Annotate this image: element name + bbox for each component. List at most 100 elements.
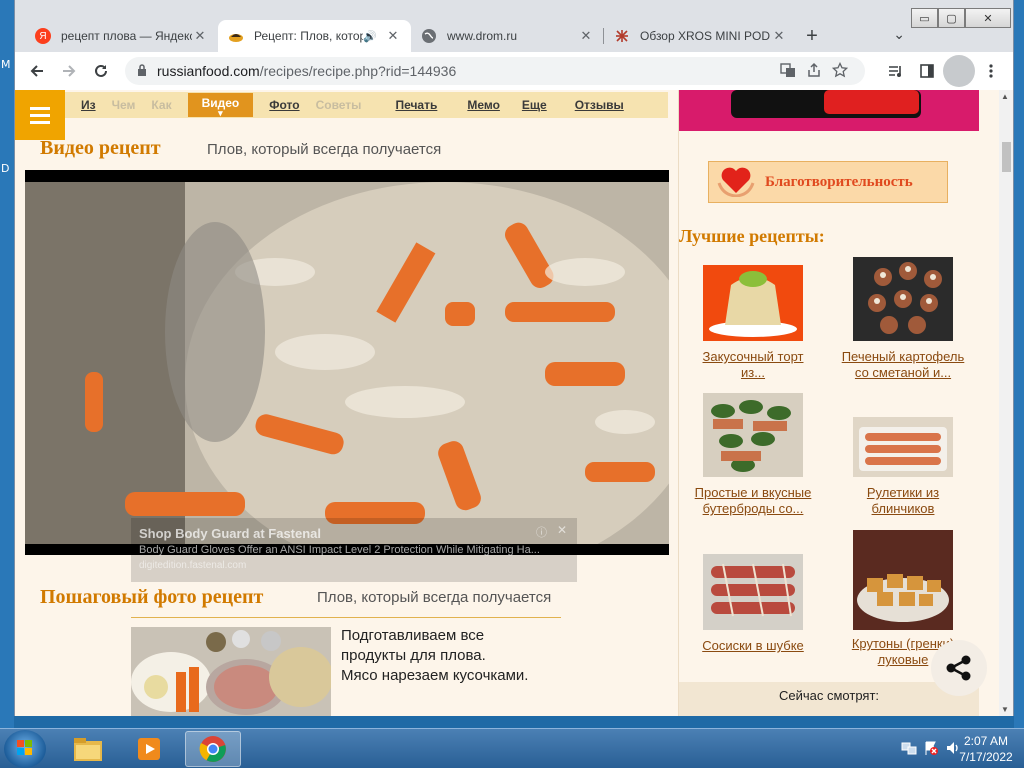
recipe-card[interactable]: Рулетики из блинчиков — [828, 417, 978, 517]
audio-playing-icon[interactable]: 🔊 — [363, 30, 377, 43]
media-player-icon[interactable] — [122, 731, 178, 767]
pilaf-video-frame — [25, 182, 669, 544]
recipe-card[interactable]: Печеный картофель со сметаной и... — [828, 257, 978, 381]
close-window-button[interactable]: ✕ — [965, 8, 1011, 28]
chrome-taskbar-icon[interactable] — [185, 731, 241, 767]
recipe-card[interactable]: Простые и вкусные бутерброды со... — [678, 393, 828, 517]
tab-title: Обзор XROS MINI POD — [640, 29, 771, 43]
globe-icon — [421, 28, 437, 44]
nav-video[interactable]: Видео — [187, 93, 254, 117]
recipe-link[interactable]: Закусочный торт из... — [678, 349, 828, 381]
nav-memo[interactable]: Мемо — [467, 98, 500, 112]
clock-date: 7/17/2022 — [959, 750, 1013, 764]
recipe-nav: Из Чем Как Видео Фото Советы Печать Мемо… — [65, 92, 668, 118]
share-icon — [946, 655, 971, 681]
video-ad-overlay[interactable]: Shop Body Guard at Fastenal Body Guard G… — [131, 518, 577, 582]
file-explorer-icon[interactable] — [60, 731, 116, 767]
reload-button[interactable] — [85, 55, 117, 87]
nav-foto[interactable]: Фото — [269, 98, 299, 112]
tab-close-button[interactable]: ✕ — [771, 28, 787, 44]
nav-sovety[interactable]: Советы — [316, 98, 362, 112]
recipe-thumbnail[interactable] — [853, 530, 953, 630]
taskbar: 2:07 AM 7/17/2022 — [0, 728, 1024, 768]
ad-close-button[interactable]: ✕ — [557, 523, 567, 537]
recipe-thumbnail[interactable] — [703, 393, 803, 477]
ad-text: Body Guard Gloves Offer an ANSI Impact L… — [139, 544, 540, 556]
desktop-glyph: M — [1, 58, 11, 71]
nav-otzyvy[interactable]: Отзывы — [575, 98, 624, 112]
video-section-subtitle: Плов, который всегда получается — [207, 141, 442, 158]
tab-xros[interactable]: Обзор XROS MINI POD ✕ — [604, 20, 797, 52]
tab-search-button[interactable]: ⌄ — [893, 26, 905, 43]
scroll-thumb[interactable] — [1002, 142, 1011, 172]
photo-section-title: Пошаговый фото рецепт — [40, 586, 264, 608]
back-button[interactable] — [21, 55, 53, 87]
russianfood-icon — [228, 28, 244, 44]
clock-time: 2:07 AM — [963, 734, 1009, 748]
desktop-strip-right — [1014, 0, 1024, 728]
share-page-icon[interactable] — [801, 62, 827, 81]
hamburger-menu-button[interactable] — [15, 90, 65, 140]
recipe-link[interactable]: Сосиски в шубке — [678, 638, 828, 654]
recipe-thumbnail[interactable] — [853, 417, 953, 477]
charity-button[interactable]: Благотворительность — [708, 161, 948, 203]
lock-icon[interactable] — [137, 63, 147, 79]
web-page: Из Чем Как Видео Фото Советы Печать Мемо… — [15, 90, 1001, 716]
menu-kebab-icon[interactable] — [975, 55, 1007, 87]
maximize-button[interactable]: ▢ — [938, 8, 965, 28]
forward-button[interactable] — [53, 55, 85, 87]
step1-text: Подготавливаем все продукты для плова. М… — [341, 627, 529, 684]
nav-chem[interactable]: Чем — [112, 98, 136, 112]
browser-window: ▭ ▢ ✕ Я рецепт плова — Яндекс ✕ Рецепт: … — [14, 0, 1014, 716]
nav-pechat[interactable]: Печать — [395, 98, 437, 112]
section-divider — [131, 617, 561, 618]
clock[interactable]: 2:07 AM 7/17/2022 — [954, 733, 1018, 765]
scroll-down-icon[interactable]: ▼ — [1001, 705, 1009, 714]
start-button[interactable] — [4, 730, 46, 768]
nav-iz[interactable]: Из — [81, 98, 96, 112]
profile-avatar[interactable] — [943, 55, 975, 87]
recipe-card[interactable]: Сосиски в шубке — [678, 554, 828, 654]
recipe-link[interactable]: Рулетики из блинчиков — [828, 485, 978, 517]
ad-headline[interactable]: Shop Body Guard at Fastenal — [139, 526, 321, 541]
side-panel-icon[interactable] — [911, 55, 943, 87]
network-icon[interactable] — [898, 740, 920, 759]
tab-strip: Я рецепт плова — Яндекс ✕ Рецепт: Плов, … — [25, 20, 925, 52]
action-center-flag-icon[interactable] — [920, 740, 942, 759]
recipe-thumbnail[interactable] — [853, 257, 953, 341]
recipe-link[interactable]: Простые и вкусные бутерброды со... — [678, 485, 828, 517]
scroll-up-icon[interactable]: ▲ — [1001, 92, 1009, 101]
page-scrollbar[interactable]: ▲ ▼ — [999, 90, 1013, 716]
bookmark-star-icon[interactable] — [827, 61, 853, 81]
now-watching-label: Сейчас смотрят: — [778, 688, 880, 703]
ad-info-icon[interactable]: ⓘ — [536, 524, 547, 540]
heart-hands-icon — [717, 163, 755, 202]
tab-drom[interactable]: www.drom.ru ✕ — [411, 20, 604, 52]
recipe-thumbnail[interactable] — [703, 554, 803, 630]
tab-close-button[interactable]: ✕ — [578, 28, 594, 44]
video-player[interactable]: Shop Body Guard at Fastenal Body Guard G… — [25, 170, 669, 582]
tab-close-button[interactable]: ✕ — [192, 28, 208, 44]
new-tab-button[interactable]: + — [797, 20, 827, 52]
nav-eshche[interactable]: Еще — [522, 98, 547, 112]
nav-kak[interactable]: Как — [151, 98, 171, 112]
share-button[interactable] — [931, 640, 987, 696]
charity-label: Благотворительность — [765, 173, 913, 190]
recipe-link[interactable]: Печеный картофель со сметаной и... — [828, 349, 978, 381]
yandex-icon: Я — [35, 28, 51, 44]
step1-photo[interactable] — [131, 627, 331, 716]
tab-yandex[interactable]: Я рецепт плова — Яндекс ✕ — [25, 20, 218, 52]
ad-url[interactable]: digitedition.fastenal.com — [139, 560, 246, 571]
recipe-thumbnail[interactable] — [703, 265, 803, 341]
address-bar[interactable]: russianfood.com/recipes/recipe.php?rid=1… — [125, 57, 865, 85]
tab-close-button[interactable]: ✕ — [385, 28, 401, 44]
recipe-card[interactable]: Закусочный торт из... — [678, 265, 828, 381]
desktop-glyph: D — [1, 162, 10, 175]
tab-russianfood[interactable]: Рецепт: Плов, который всегда 🔊 ✕ — [218, 20, 411, 52]
browser-toolbar: russianfood.com/recipes/recipe.php?rid=1… — [15, 52, 1013, 90]
window-controls: ▭ ▢ ✕ — [911, 8, 1011, 28]
url-path: /recipes/recipe.php?rid=144936 — [259, 63, 457, 79]
translate-icon[interactable] — [775, 62, 801, 81]
media-control-icon[interactable] — [879, 55, 911, 87]
sidebar-ad-banner[interactable] — [679, 90, 979, 131]
